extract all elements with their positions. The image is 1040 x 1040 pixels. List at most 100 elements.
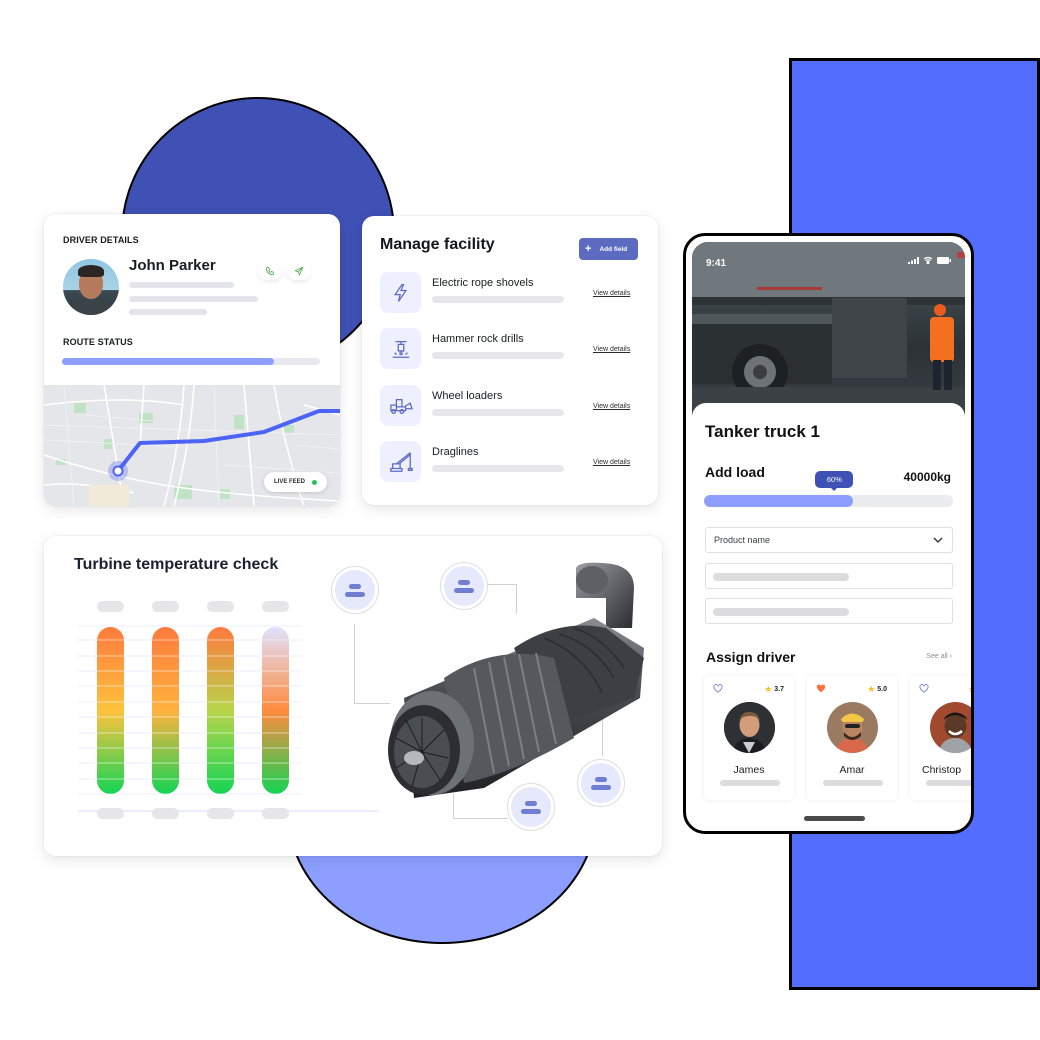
bar-bottom-label-placeholder xyxy=(152,808,179,819)
product-name-placeholder: Product name xyxy=(714,535,771,545)
facility-item-placeholder xyxy=(432,352,564,359)
tanker-truck-photo: 9:41 xyxy=(692,242,965,417)
route-progress-bar xyxy=(62,358,320,365)
driver-option-name: Amar xyxy=(839,764,865,776)
view-details-link[interactable]: View details xyxy=(593,403,630,410)
facility-item-placeholder xyxy=(432,296,564,303)
wifi-icon xyxy=(923,256,933,264)
home-indicator xyxy=(804,816,865,821)
facility-item: Hammer rock drills View details xyxy=(380,328,640,370)
status-bar-time: 9:41 xyxy=(706,258,727,269)
facility-item-name: Hammer rock drills xyxy=(432,333,524,345)
status-bar-icons xyxy=(908,256,951,264)
load-weight: 40000kg xyxy=(903,470,951,484)
driver-option-card[interactable]: ★ 3.7 James xyxy=(704,676,794,800)
bar-top-label-placeholder xyxy=(152,601,179,612)
turbine-temperature-card: Turbine temperature check xyxy=(44,536,662,856)
send-message-button[interactable] xyxy=(287,262,311,280)
route-progress-fill xyxy=(62,358,274,365)
view-details-link[interactable]: View details xyxy=(593,459,630,466)
truck-detail-sheet: Tanker truck 1 Add load 60% 40000kg Prod… xyxy=(692,403,971,831)
driver-option-name: James xyxy=(733,764,765,776)
bar-top-label-placeholder xyxy=(97,601,124,612)
bar-top-label-placeholder xyxy=(207,601,234,612)
driver-option-placeholder xyxy=(823,780,883,786)
driver-info-placeholder xyxy=(129,309,207,315)
bar-bottom-label-placeholder xyxy=(207,808,234,819)
send-icon xyxy=(294,266,304,276)
driver-option-placeholder xyxy=(720,780,780,786)
heart-filled-icon[interactable] xyxy=(816,684,826,693)
plus-icon: + xyxy=(585,242,592,255)
signal-icon xyxy=(908,256,919,264)
see-all-link[interactable]: See all › xyxy=(926,653,952,660)
facility-item: Electric rope shovels View details xyxy=(380,272,640,314)
chevron-down-icon xyxy=(933,537,943,543)
temperature-bar[interactable] xyxy=(207,627,234,794)
temperature-bar[interactable] xyxy=(262,627,289,794)
temperature-bar[interactable] xyxy=(97,627,124,794)
driver-avatar xyxy=(63,259,119,315)
facility-item-name: Electric rope shovels xyxy=(432,277,534,289)
sensor-node[interactable] xyxy=(440,562,488,610)
facility-item: Draglines View details xyxy=(380,441,640,483)
bar-top-label-placeholder xyxy=(262,601,289,612)
load-slider[interactable] xyxy=(704,495,953,507)
driver-option-card[interactable]: ★ 5.0 Amar xyxy=(807,676,897,800)
driver-avatar xyxy=(724,702,775,753)
lightning-icon xyxy=(380,272,421,313)
temperature-bar[interactable] xyxy=(152,627,179,794)
product-name-select[interactable]: Product name xyxy=(705,527,953,553)
driver-info-placeholder xyxy=(129,296,258,302)
sensor-node[interactable] xyxy=(577,759,625,807)
driver-rating: 3.7 xyxy=(774,686,784,693)
field-placeholder xyxy=(713,608,849,616)
driver-info-placeholder xyxy=(129,282,234,288)
add-load-label: Add load xyxy=(705,464,765,480)
facility-item-name: Wheel loaders xyxy=(432,390,503,402)
driver-avatar xyxy=(827,702,878,753)
facility-item-placeholder xyxy=(432,465,564,472)
dragline-crane-icon xyxy=(380,441,421,482)
bar-bottom-label-placeholder xyxy=(262,808,289,819)
driver-option-name: Christop xyxy=(922,764,962,776)
facility-item: Wheel loaders View details xyxy=(380,385,640,427)
sensor-node[interactable] xyxy=(507,783,555,831)
view-details-link[interactable]: View details xyxy=(593,346,630,353)
manage-facility-card: Manage facility + Add field Electric rop… xyxy=(362,216,658,505)
assign-driver-label: Assign driver xyxy=(706,649,796,665)
jackhammer-icon xyxy=(380,328,421,369)
call-button[interactable] xyxy=(258,262,282,280)
facility-item-placeholder xyxy=(432,409,564,416)
driver-details-card: DRIVER DETAILS John Parker ROUTE STATUS xyxy=(44,214,340,506)
heart-outline-icon[interactable] xyxy=(919,684,929,693)
field-placeholder xyxy=(713,573,849,581)
add-field-button[interactable]: + Add field xyxy=(579,238,638,260)
driver-option-card[interactable]: ★ Christop xyxy=(910,676,971,800)
driver-name: John Parker xyxy=(129,257,216,274)
load-input-field[interactable] xyxy=(705,598,953,624)
facility-item-name: Draglines xyxy=(432,446,479,458)
live-feed-badge[interactable]: LIVE FEED xyxy=(264,472,327,492)
battery-icon xyxy=(937,256,951,264)
route-status-label: ROUTE STATUS xyxy=(63,337,133,347)
route-map[interactable]: LIVE FEED xyxy=(44,385,340,506)
live-status-dot xyxy=(312,479,317,485)
add-field-label: Add field xyxy=(599,245,628,253)
load-slider-fill xyxy=(704,495,854,507)
driver-option-placeholder xyxy=(926,780,971,786)
view-details-link[interactable]: View details xyxy=(593,290,630,297)
heart-outline-icon[interactable] xyxy=(713,684,723,693)
load-input-field[interactable] xyxy=(705,563,953,589)
facility-title: Manage facility xyxy=(380,236,495,253)
wheel-loader-icon xyxy=(380,385,421,426)
bar-bottom-label-placeholder xyxy=(97,808,124,819)
chevron-right-icon: › xyxy=(949,653,952,660)
load-percent-tooltip: 60% xyxy=(815,471,854,491)
truck-title: Tanker truck 1 xyxy=(705,422,820,441)
phone-mockup: 9:41 Tanker truck 1 Add load 60% 40000kg… xyxy=(683,233,974,834)
star-icon: ★ xyxy=(867,684,876,694)
sensor-node[interactable] xyxy=(331,566,379,614)
star-icon: ★ xyxy=(968,684,971,695)
driver-avatar xyxy=(930,702,971,753)
